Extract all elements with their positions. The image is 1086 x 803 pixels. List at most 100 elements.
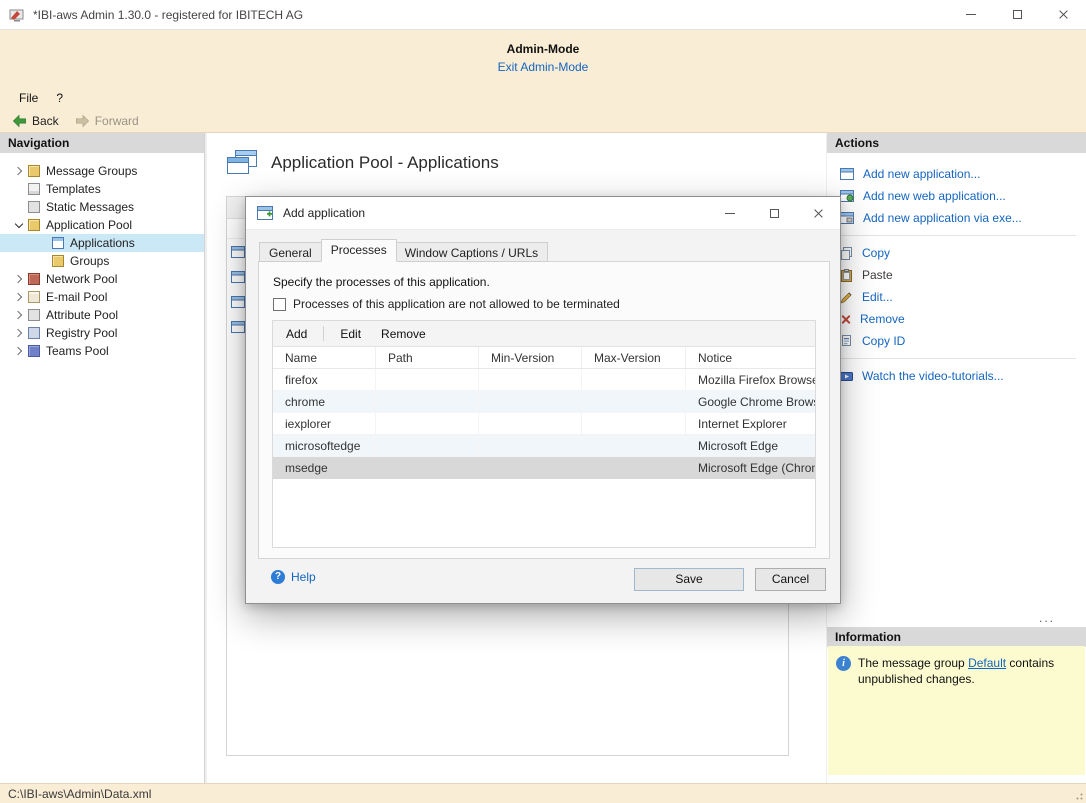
close-icon[interactable] <box>1040 0 1086 29</box>
column-header-path[interactable]: Path <box>376 347 479 368</box>
save-button[interactable]: Save <box>634 568 744 591</box>
forward-button[interactable]: Forward <box>75 114 139 128</box>
chevron-right-icon[interactable] <box>13 167 21 175</box>
forward-arrow-icon <box>75 114 90 128</box>
application-icon <box>231 321 245 333</box>
column-header-name[interactable]: Name <box>273 347 376 368</box>
sidebar-item-message-groups[interactable]: Message Groups <box>0 162 204 180</box>
sidebar-item-network-pool[interactable]: Network Pool <box>0 270 204 288</box>
chevron-right-icon[interactable] <box>13 347 21 355</box>
sidebar-item-label: Static Messages <box>46 200 134 214</box>
status-path: C:\IBI-aws\Admin\Data.xml <box>8 787 151 801</box>
admin-mode-banner: Admin-Mode Exit Admin-Mode <box>0 30 1086 87</box>
navigation-header: Navigation <box>0 133 204 153</box>
application-icon <box>231 271 245 283</box>
cell-max-version <box>582 457 686 478</box>
cell-min-version <box>479 413 582 434</box>
tab-window-captions-urls[interactable]: Window Captions / URLs <box>396 242 548 262</box>
help-link[interactable]: Help <box>271 570 316 584</box>
copy-id-icon <box>840 335 853 348</box>
grid-header-row: Name Path Min-Version Max-Version Notice <box>273 347 815 369</box>
sidebar-item-static-messages[interactable]: Static Messages <box>0 198 204 216</box>
table-row[interactable]: iexplorer Internet Explorer <box>273 413 815 435</box>
menu-file[interactable]: File <box>10 89 47 107</box>
sidebar-item-templates[interactable]: Templates <box>0 180 204 198</box>
grid-remove-button[interactable]: Remove <box>377 325 430 343</box>
cell-name: chrome <box>273 391 376 412</box>
edit-icon <box>840 291 853 304</box>
column-header-max-version[interactable]: Max-Version <box>582 347 686 368</box>
chevron-right-icon[interactable] <box>13 275 21 283</box>
table-row[interactable]: chrome Google Chrome Browser <box>273 391 815 413</box>
dialog-title-bar: Add application <box>246 197 840 230</box>
teams-pool-icon <box>28 345 40 357</box>
cancel-button[interactable]: Cancel <box>755 568 826 591</box>
tab-processes[interactable]: Processes <box>321 239 397 262</box>
status-bar: C:\IBI-aws\Admin\Data.xml <box>0 783 1086 803</box>
menu-help[interactable]: ? <box>47 89 72 107</box>
add-application-exe-icon <box>840 212 854 224</box>
grid-edit-button[interactable]: Edit <box>336 325 365 343</box>
grid-add-button[interactable]: Add <box>282 325 311 343</box>
registry-pool-icon <box>28 327 40 339</box>
cell-min-version <box>479 457 582 478</box>
back-arrow-icon <box>12 114 27 128</box>
cell-notice: Microsoft Edge (Chrom... <box>686 457 815 478</box>
dialog-close-icon[interactable] <box>796 197 840 229</box>
action-edit[interactable]: Edit... <box>827 286 1086 308</box>
resize-grip-icon[interactable] <box>1073 790 1083 800</box>
panel-splitter-handle[interactable]: ... <box>1039 611 1055 625</box>
action-copy-id[interactable]: Copy ID <box>827 330 1086 352</box>
column-header-min-version[interactable]: Min-Version <box>479 347 582 368</box>
dialog-maximize-icon[interactable] <box>752 197 796 229</box>
action-watch-video-tutorials[interactable]: Watch the video-tutorials... <box>827 365 1086 387</box>
action-add-new-application-via-exe[interactable]: Add new application via exe... <box>827 207 1086 229</box>
sidebar-item-label: Application Pool <box>46 218 132 232</box>
chevron-down-icon[interactable] <box>15 220 23 228</box>
action-label: Copy ID <box>862 334 905 348</box>
dialog-minimize-icon[interactable] <box>708 197 752 229</box>
chevron-right-icon[interactable] <box>13 293 21 301</box>
navigation-tree: Message Groups Templates Static Messages… <box>0 153 204 360</box>
attribute-pool-icon <box>28 309 40 321</box>
message-groups-icon <box>28 165 40 177</box>
help-label: Help <box>291 570 316 584</box>
sidebar-item-groups[interactable]: Groups <box>0 252 204 270</box>
action-add-new-web-application[interactable]: Add new web application... <box>827 185 1086 207</box>
table-row-selected[interactable]: msedge Microsoft Edge (Chrom... <box>273 457 815 479</box>
sidebar-item-application-pool[interactable]: Application Pool <box>0 216 204 234</box>
terminate-not-allowed-checkbox[interactable] <box>273 298 286 311</box>
sidebar-item-registry-pool[interactable]: Registry Pool <box>0 324 204 342</box>
cell-notice: Google Chrome Browser <box>686 391 815 412</box>
chevron-right-icon[interactable] <box>13 311 21 319</box>
action-copy[interactable]: Copy <box>827 242 1086 264</box>
action-label: Copy <box>862 246 890 260</box>
cell-min-version <box>479 369 582 390</box>
sidebar-item-label: Network Pool <box>46 272 117 286</box>
default-message-group-link[interactable]: Default <box>968 656 1006 670</box>
table-row[interactable]: firefox Mozilla Firefox Browser <box>273 369 815 391</box>
back-button[interactable]: Back <box>12 114 59 128</box>
minimize-icon[interactable] <box>948 0 994 29</box>
sidebar-item-teams-pool[interactable]: Teams Pool <box>0 342 204 360</box>
video-tutorials-icon <box>840 370 853 383</box>
action-add-new-application[interactable]: Add new application... <box>827 163 1086 185</box>
action-remove[interactable]: Remove <box>827 308 1086 330</box>
sidebar-item-email-pool[interactable]: E-mail Pool <box>0 288 204 306</box>
sidebar-item-applications[interactable]: Applications <box>0 234 204 252</box>
action-label: Remove <box>860 312 905 326</box>
maximize-icon[interactable] <box>994 0 1040 29</box>
table-row[interactable]: microsoftedge Microsoft Edge <box>273 435 815 457</box>
sidebar-item-label: Registry Pool <box>46 326 117 340</box>
tab-general[interactable]: General <box>259 242 322 262</box>
exit-admin-mode-link[interactable]: Exit Admin-Mode <box>498 60 589 74</box>
chevron-right-icon[interactable] <box>13 329 21 337</box>
sidebar-item-attribute-pool[interactable]: Attribute Pool <box>0 306 204 324</box>
application-icon <box>231 246 245 258</box>
app-icon <box>9 7 25 23</box>
dialog-tabs: General Processes Window Captions / URLs <box>259 239 548 262</box>
action-label: Paste <box>862 268 893 282</box>
cell-name: microsoftedge <box>273 435 376 456</box>
column-header-notice[interactable]: Notice <box>686 347 815 368</box>
cell-max-version <box>582 435 686 456</box>
